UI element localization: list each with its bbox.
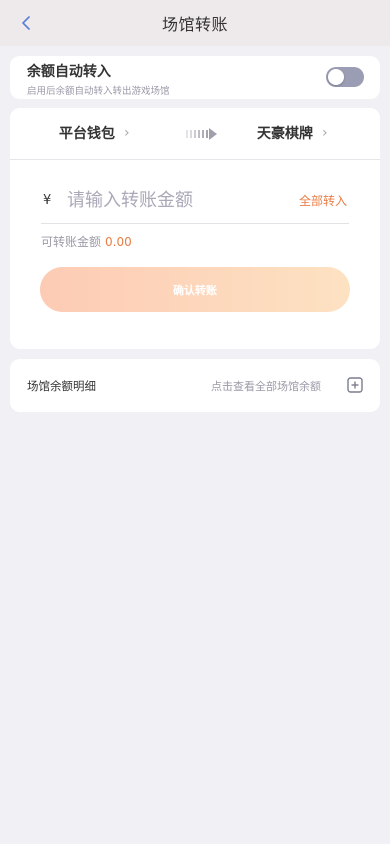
plus-square-icon[interactable]: [347, 377, 363, 393]
transfer-card: 平台钱包 › 天豪棋牌 › ¥ 全部转入 可转账金额0.00 确认转账: [10, 108, 380, 349]
venue-balance-hint: 点击查看全部场馆余额: [211, 380, 321, 393]
to-wallet-label: 天豪棋牌: [257, 126, 313, 142]
from-wallet-label: 平台钱包: [59, 126, 115, 142]
transfer-all-button[interactable]: 全部转入: [299, 192, 347, 209]
page-title: 场馆转账: [161, 15, 228, 34]
to-wallet-selector[interactable]: 天豪棋牌 ›: [257, 123, 328, 143]
chevron-left-icon: [22, 16, 30, 30]
from-wallet-selector[interactable]: 平台钱包 ›: [59, 123, 130, 143]
available-amount-value: 0.00: [105, 235, 132, 249]
toggle-knob: [328, 69, 344, 85]
confirm-transfer-button[interactable]: 确认转账: [40, 267, 350, 312]
transfer-arrow-icon: [186, 128, 217, 140]
back-button[interactable]: [14, 11, 38, 35]
auto-transfer-subtitle: 启用后余额自动转入转出游戏场馆: [27, 86, 170, 97]
amount-input-row: ¥ 全部转入: [41, 182, 349, 224]
venue-balance-title: 场馆余额明细: [27, 379, 96, 393]
chevron-right-icon: ›: [124, 125, 130, 141]
auto-transfer-card: 余额自动转入 启用后余额自动转入转出游戏场馆: [10, 56, 380, 99]
auto-transfer-title: 余额自动转入: [27, 64, 111, 80]
amount-input[interactable]: [67, 184, 267, 216]
chevron-right-icon: ›: [322, 125, 328, 141]
available-amount-label: 可转账金额: [41, 235, 102, 249]
wallet-selector-row: 平台钱包 › 天豪棋牌 ›: [10, 108, 380, 160]
header-bar: 场馆转账: [0, 0, 390, 46]
venue-balance-detail-row[interactable]: 场馆余额明细 点击查看全部场馆余额: [10, 359, 380, 412]
available-amount: 可转账金额 0.00: [41, 233, 132, 250]
currency-symbol: ¥: [43, 193, 52, 208]
auto-transfer-toggle[interactable]: [326, 67, 364, 87]
